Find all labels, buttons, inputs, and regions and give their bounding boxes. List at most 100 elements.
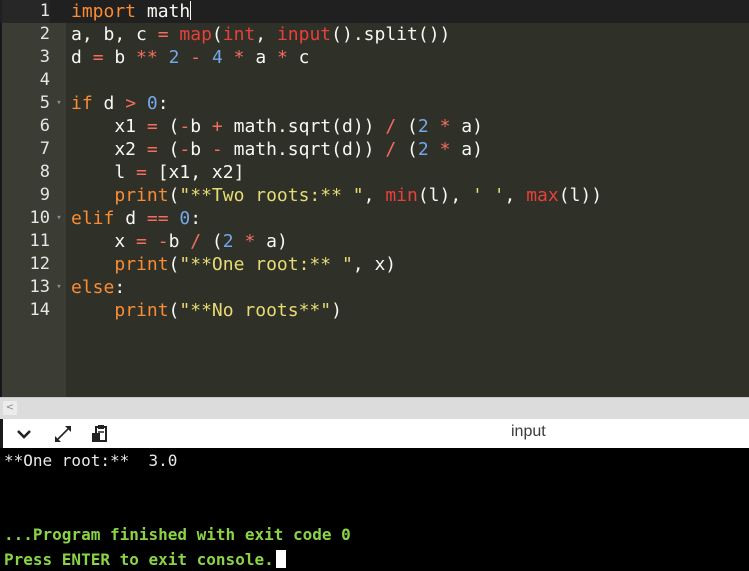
code-token: >	[125, 93, 137, 114]
code-token: /	[385, 116, 397, 137]
code-token: min	[385, 185, 418, 206]
code-token: =	[92, 47, 104, 68]
code-token: elif	[71, 208, 115, 229]
console-toolbar: input	[0, 419, 749, 448]
code-token: -	[190, 47, 202, 68]
code-token: (l),	[417, 185, 473, 206]
line-number: 1	[2, 0, 50, 23]
code-token: ())	[417, 24, 451, 45]
code-line[interactable]: 10 ▾ elif d == 0:	[0, 207, 749, 230]
code-token: d	[71, 47, 93, 68]
code-token: (l))	[558, 185, 603, 206]
code-token: -	[211, 139, 223, 160]
code-token: :	[157, 93, 169, 114]
scroll-left-arrow-icon[interactable]: <	[3, 401, 17, 415]
code-line[interactable]: 12 print("**One root:** ", x)	[0, 253, 749, 276]
code-line[interactable]: 11 x = -b / (2 * a)	[0, 230, 749, 253]
code-editor[interactable]: 1 import math 2 a, b, c = map(int, input().…	[0, 0, 749, 397]
code-token: ,	[363, 185, 386, 206]
code-text: print("**No roots**")	[71, 299, 342, 322]
code-line[interactable]: 6 x1 = (-b + math.sqrt(d)) / (2 * a)	[0, 115, 749, 138]
code-token: math.	[222, 116, 288, 137]
horizontal-scrollbar[interactable]: <	[0, 397, 749, 419]
code-token: c	[287, 47, 310, 68]
code-token: (d))	[331, 116, 386, 137]
code-token: a)	[255, 231, 288, 252]
line-number: 12	[29, 254, 50, 274]
code-token: -	[179, 139, 191, 160]
code-token: math.	[222, 139, 288, 160]
line-number: 5	[39, 93, 50, 113]
code-token: a)	[450, 139, 483, 160]
code-token: math	[136, 1, 191, 22]
code-token: print	[114, 254, 169, 275]
code-line[interactable]: 3 d = b ** 2 - 4 * a * c	[0, 46, 749, 69]
code-token: =	[157, 24, 169, 45]
code-text: print("**Two roots:** ", min(l), ' ', ma…	[71, 184, 602, 207]
code-token: else	[71, 277, 115, 298]
code-token: max	[526, 185, 559, 206]
code-token: ,	[504, 185, 527, 206]
code-token: (	[168, 185, 180, 206]
line-number: 9	[39, 185, 50, 205]
code-token: b	[190, 139, 212, 160]
code-token: *	[233, 47, 245, 68]
code-token: b	[190, 116, 212, 137]
code-token: 2	[417, 139, 429, 160]
line-number: 7	[39, 139, 50, 159]
code-token: sqrt	[287, 139, 332, 160]
code-token: ==	[146, 208, 169, 229]
code-token: 0	[179, 208, 191, 229]
code-area[interactable]: 1 import math 2 a, b, c = map(int, input().…	[0, 0, 749, 322]
console-cursor	[275, 550, 286, 568]
code-line[interactable]: 1 import math	[0, 0, 749, 23]
code-token: (	[396, 116, 418, 137]
code-line[interactable]: 5 ▾ if d > 0:	[0, 92, 749, 115]
code-text: l = [x1, x2]	[71, 161, 244, 184]
console-title: input	[511, 423, 546, 440]
code-token: =	[146, 116, 158, 137]
chevron-down-icon[interactable]	[13, 423, 35, 445]
code-token: l	[71, 162, 137, 183]
fold-arrow-icon[interactable]: ▾	[53, 92, 65, 115]
code-line[interactable]: 13 ▾ else:	[0, 276, 749, 299]
code-token: 2	[222, 231, 234, 252]
code-line[interactable]: 8 l = [x1, x2]	[0, 161, 749, 184]
code-text: if d > 0:	[71, 92, 169, 115]
code-token: "**No roots**"	[179, 300, 332, 321]
line-number: 2	[39, 24, 50, 44]
code-token: (	[157, 139, 180, 160]
code-token: x2	[71, 139, 147, 160]
code-line[interactable]: 7 x2 = (-b - math.sqrt(d)) / (2 * a)	[0, 138, 749, 161]
code-token: *	[439, 139, 451, 160]
line-number: 11	[29, 231, 50, 251]
line-number: 6	[39, 116, 50, 136]
code-line[interactable]: 14 print("**No roots**")	[0, 299, 749, 322]
fold-arrow-icon[interactable]: ▾	[53, 276, 65, 299]
line-number: 4	[39, 70, 50, 90]
code-line[interactable]: 2 a, b, c = map(int, input().split())	[0, 23, 749, 46]
code-line[interactable]: 4	[0, 69, 749, 92]
fold-arrow-icon[interactable]: ▾	[53, 207, 65, 230]
code-line[interactable]: 9 print("**Two roots:** ", min(l), ' ', …	[0, 184, 749, 207]
code-text: d = b ** 2 - 4 * a * c	[71, 46, 310, 69]
code-token: ,	[255, 24, 277, 45]
code-token: *	[277, 47, 288, 68]
text-cursor	[190, 1, 192, 20]
clipboard-icon[interactable]	[89, 423, 111, 445]
code-token: map	[179, 24, 212, 45]
expand-icon[interactable]	[52, 423, 74, 445]
code-token: b	[168, 231, 191, 252]
code-token: d	[92, 93, 126, 114]
code-text: x = -b / (2 * a)	[71, 230, 288, 253]
code-token: /	[385, 139, 397, 160]
console-output[interactable]: **One root:** 3.0 ...Program finished wi…	[0, 448, 749, 571]
